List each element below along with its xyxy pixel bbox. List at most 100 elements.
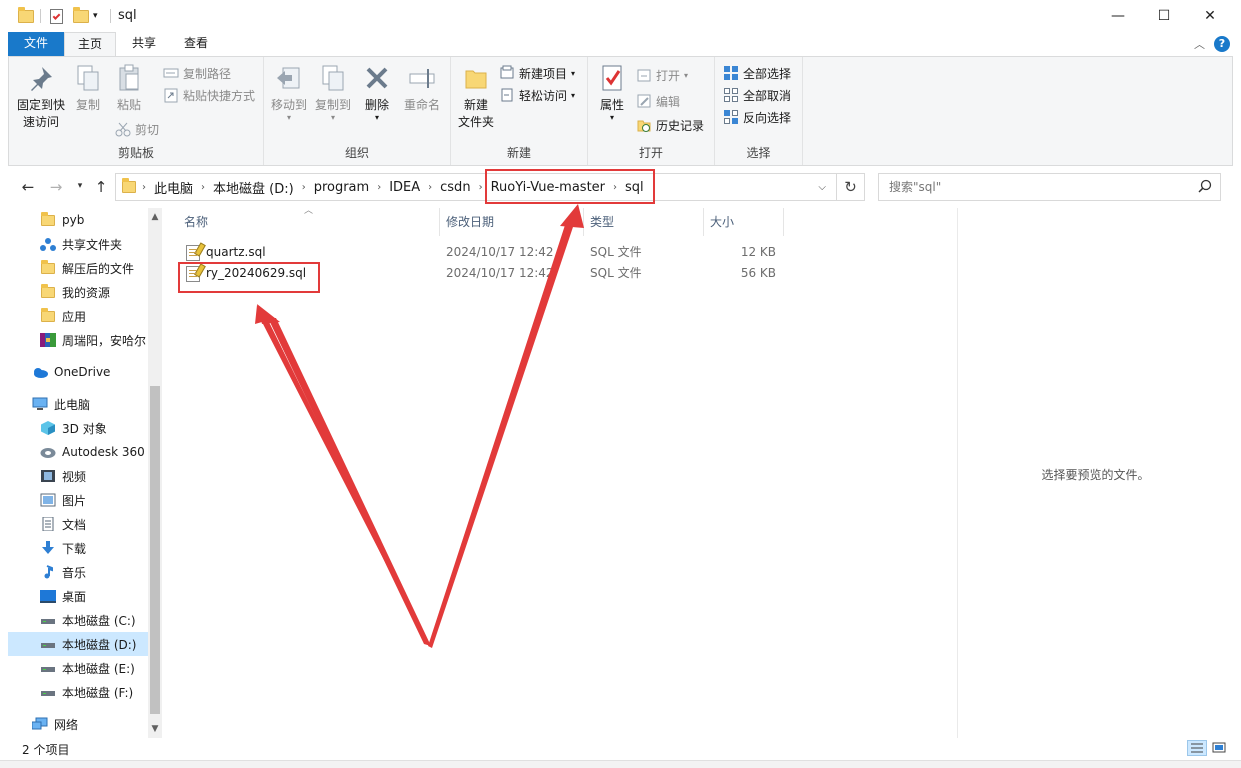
up-button[interactable]: ↑ <box>91 178 111 196</box>
sidebar-item-network[interactable]: 网络 <box>8 712 148 736</box>
sidebar-item-drive-e[interactable]: 本地磁盘 (E:) <box>8 656 148 680</box>
sidebar-item-label: 我的资源 <box>62 285 111 300</box>
column-name[interactable]: 名称 <box>178 208 440 236</box>
sidebar-item-apps[interactable]: 应用 <box>8 304 148 328</box>
sidebar-item-downloads[interactable]: 下载 <box>8 536 148 560</box>
delete-button[interactable]: 删除 ▾ <box>360 63 394 122</box>
history-button[interactable]: 历史记录 <box>636 115 704 135</box>
close-button[interactable]: ✕ <box>1187 0 1233 32</box>
crumb-this-pc[interactable]: 此电脑 <box>154 178 193 197</box>
sidebar-scrollbar[interactable]: ▲ ▼ <box>148 208 162 738</box>
sidebar-item-pyb[interactable]: pyb <box>8 208 148 232</box>
column-type[interactable]: 类型 <box>584 208 704 236</box>
pin-icon <box>26 63 56 93</box>
back-button[interactable]: ← <box>18 178 38 196</box>
crumb-idea[interactable]: IDEA <box>389 180 420 195</box>
paste-shortcut-label: 粘贴快捷方式 <box>183 88 256 103</box>
scrollbar-thumb[interactable] <box>150 386 160 714</box>
sidebar-item-this-pc[interactable]: 此电脑 <box>8 392 148 416</box>
tab-file[interactable]: 文件 <box>8 32 64 56</box>
sidebar-item-desktop[interactable]: 桌面 <box>8 584 148 608</box>
sidebar-item-autodesk-360[interactable]: Autodesk 360 <box>8 440 148 464</box>
easy-access-button[interactable]: 轻松访问 ▾ <box>499 85 575 105</box>
address-bar[interactable]: › 此电脑 › 本地磁盘 (D:) › program › IDEA › csd… <box>115 173 837 201</box>
file-size: 56 KB <box>740 266 776 280</box>
open-button[interactable]: 打开 ▾ <box>636 65 688 85</box>
collapse-ribbon-icon[interactable]: ︿ <box>1194 36 1205 52</box>
scissors-icon <box>115 121 131 137</box>
sidebar-item-my-resources[interactable]: 我的资源 <box>8 280 148 304</box>
sidebar-item-label: 音乐 <box>62 565 87 580</box>
tab-view[interactable]: 查看 <box>172 32 220 56</box>
new-folder-button[interactable]: 新建 文件夹 <box>455 63 497 131</box>
chevron-right-icon[interactable]: › <box>377 182 381 193</box>
crumb-program[interactable]: program <box>314 180 370 195</box>
sidebar-item-drive-f[interactable]: 本地磁盘 (F:) <box>8 680 148 704</box>
tab-home[interactable]: 主页 <box>64 32 116 56</box>
sidebar-item-3d-objects[interactable]: 3D 对象 <box>8 416 148 440</box>
new-folder-quick-access-icon[interactable] <box>73 6 89 25</box>
column-date-modified[interactable]: 修改日期 <box>440 208 584 236</box>
tab-share[interactable]: 共享 <box>120 32 168 56</box>
new-item-button[interactable]: 新建项目 ▾ <box>499 63 575 83</box>
customize-quick-access-icon[interactable]: ▾ <box>93 7 98 25</box>
sidebar-item-videos[interactable]: 视频 <box>8 464 148 488</box>
select-all-button[interactable]: 全部选择 <box>723 63 791 83</box>
minimize-button[interactable]: — <box>1095 0 1141 32</box>
sidebar-item-pictures[interactable]: 图片 <box>8 488 148 512</box>
copy-path-button[interactable]: 复制路径 <box>163 63 231 83</box>
file-date: 2024/10/17 12:42 <box>446 266 554 280</box>
search-box[interactable] <box>878 173 1221 201</box>
details-view-button[interactable] <box>1187 740 1207 756</box>
address-folder-icon <box>122 178 136 193</box>
chevron-right-icon[interactable]: › <box>479 182 483 193</box>
copy-to-dropdown-icon: ▾ <box>330 113 335 122</box>
pin-quick-access-button[interactable]: 固定到快 速访问 <box>13 63 69 131</box>
move-to-button[interactable]: 移动到 ▾ <box>268 63 310 122</box>
delete-dropdown-icon: ▾ <box>374 113 379 122</box>
sidebar-item-extracted-files[interactable]: 解压后的文件 <box>8 256 148 280</box>
ribbon-tabs: 文件 主页 共享 查看 ︿ ? <box>0 32 1241 56</box>
copy-button[interactable]: 复制 <box>71 63 105 114</box>
sidebar-item-drive-c[interactable]: 本地磁盘 (C:) <box>8 608 148 632</box>
properties-quick-access-icon[interactable] <box>50 7 63 25</box>
rename-button[interactable]: 重命名 <box>398 63 446 114</box>
properties-button[interactable]: 属性 ▾ <box>594 63 630 122</box>
invert-selection-button[interactable]: 反向选择 <box>723 107 791 127</box>
chevron-right-icon[interactable]: › <box>428 182 432 193</box>
search-input[interactable] <box>889 180 1179 194</box>
crumb-drive-d[interactable]: 本地磁盘 (D:) <box>213 178 294 197</box>
paste-button[interactable]: 粘贴 <box>111 63 147 114</box>
crumb-csdn[interactable]: csdn <box>440 180 470 195</box>
sidebar-item-music[interactable]: 音乐 <box>8 560 148 584</box>
sidebar-item-archive[interactable]: 周瑞阳，安哈尔 <box>8 328 148 352</box>
edit-button[interactable]: 编辑 <box>636 91 680 111</box>
sidebar-item-shared-folder[interactable]: 共享文件夹 <box>8 232 148 256</box>
recent-locations-button[interactable]: ▾ <box>70 181 90 199</box>
chevron-right-icon[interactable]: › <box>302 182 306 193</box>
select-all-label: 全部选择 <box>743 66 792 81</box>
paste-shortcut-button[interactable]: 粘贴快捷方式 <box>163 85 255 105</box>
sidebar-item-drive-d[interactable]: 本地磁盘 (D:) <box>8 632 148 656</box>
copy-icon <box>73 63 103 93</box>
refresh-button[interactable]: ↻ <box>837 173 865 201</box>
chevron-right-icon[interactable]: › <box>201 182 205 193</box>
file-row-quartz[interactable]: quartz.sql 2024/10/17 12:42 SQL 文件 12 KB <box>178 242 788 263</box>
help-icon[interactable]: ? <box>1214 36 1230 52</box>
column-size[interactable]: 大小 <box>704 208 784 236</box>
sidebar-item-documents[interactable]: 文档 <box>8 512 148 536</box>
cut-button[interactable]: 剪切 <box>115 119 159 139</box>
forward-button[interactable]: → <box>46 178 66 196</box>
sidebar-item-label: 解压后的文件 <box>62 261 135 276</box>
address-history-dropdown-icon[interactable]: ⌵ <box>818 182 826 193</box>
maximize-button[interactable]: ☐ <box>1141 0 1187 32</box>
search-icon[interactable] <box>1198 179 1212 196</box>
copy-to-button[interactable]: 复制到 ▾ <box>312 63 354 122</box>
large-icons-view-button[interactable] <box>1210 740 1230 756</box>
sidebar-item-onedrive[interactable]: OneDrive <box>8 360 148 384</box>
scroll-down-icon[interactable]: ▼ <box>148 724 162 734</box>
scroll-up-icon[interactable]: ▲ <box>148 212 162 222</box>
select-none-button[interactable]: 全部取消 <box>723 85 791 105</box>
divider <box>110 9 111 23</box>
sidebar-item-label: OneDrive <box>54 365 111 379</box>
